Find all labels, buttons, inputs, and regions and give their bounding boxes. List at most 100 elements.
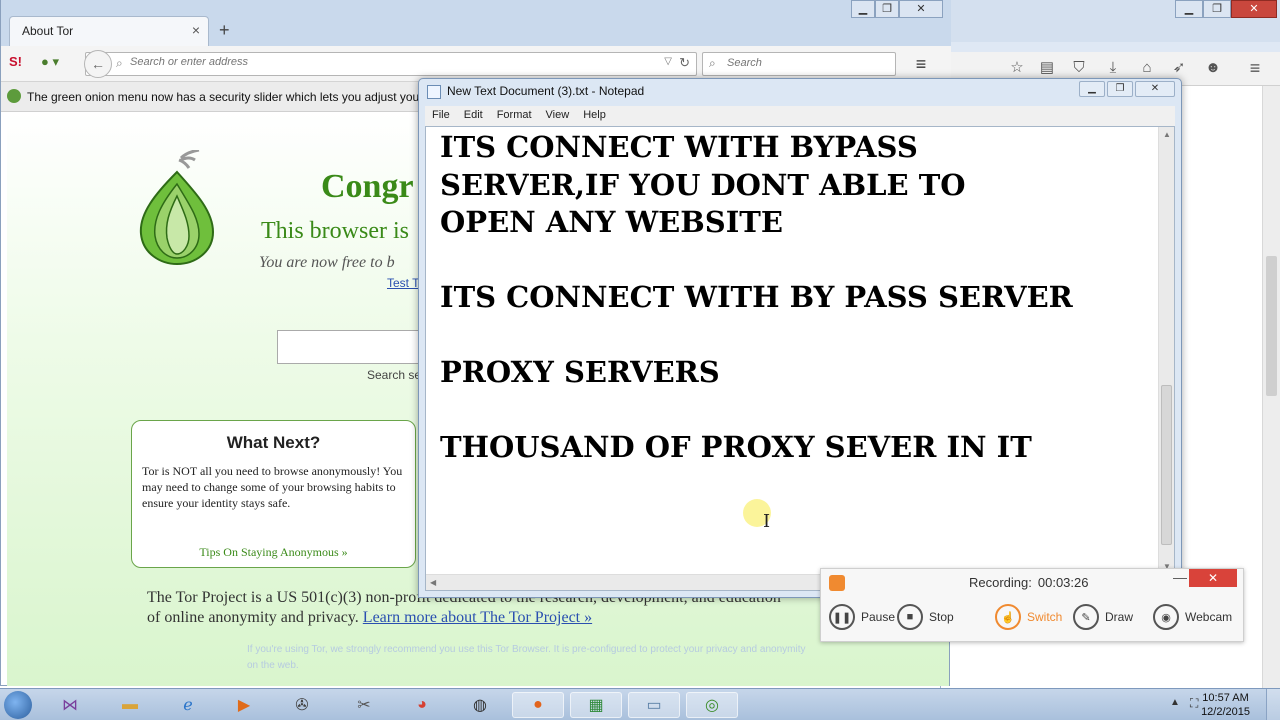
switch-button[interactable]: ☝ Switch: [995, 603, 1062, 631]
search-hint: Search se: [367, 368, 422, 382]
download-icon[interactable]: ⤓: [1103, 58, 1123, 78]
recorder-logo-icon: [829, 575, 845, 591]
snipping-tool-icon[interactable]: ✂: [338, 692, 390, 718]
folder-icon[interactable]: ▬: [104, 692, 156, 718]
scroll-thumb[interactable]: [1161, 385, 1172, 545]
scroll-up-icon[interactable]: ▲: [1163, 130, 1171, 139]
back-arrow-icon[interactable]: ←: [84, 50, 112, 78]
dropdown-arrow-icon[interactable]: ▽: [664, 56, 672, 67]
stop-icon: ■: [897, 604, 923, 630]
restore-button[interactable]: ❐: [1203, 0, 1231, 18]
recorder-close-button[interactable]: ✕: [1189, 569, 1237, 587]
restore-button[interactable]: ❐: [875, 0, 899, 18]
notepad-task-icon[interactable]: ▭: [628, 692, 680, 718]
chrome-icon[interactable]: ◕: [396, 692, 448, 718]
network-icon[interactable]: ⛶: [1190, 696, 1198, 711]
notification-text: The green onion menu now has a security …: [27, 90, 452, 104]
switch-label: Switch: [1027, 610, 1063, 624]
media-player-icon[interactable]: ▶: [218, 692, 270, 718]
system-tray: ▲ ⛶ 10:57 AM 12/2/2015: [1150, 689, 1280, 720]
background-scrollbar[interactable]: [1262, 86, 1280, 688]
recording-time: 00:03:26: [1037, 575, 1089, 590]
menu-icon[interactable]: ≡: [1245, 58, 1265, 78]
free-text: You are now free to b: [259, 254, 395, 271]
pause-icon: ❚❚: [829, 604, 855, 630]
minimize-button[interactable]: ▁: [1079, 81, 1105, 97]
notepad-text-area[interactable]: ITS CONNECT WITH BYPASS SERVER,IF YOU DO…: [425, 126, 1175, 591]
tab-about-tor[interactable]: About Tor ×: [9, 16, 209, 46]
close-button[interactable]: ✕: [1135, 81, 1175, 97]
menu-help[interactable]: Help: [576, 106, 613, 126]
menu-file[interactable]: File: [425, 106, 457, 126]
webcam-label: Webcam: [1185, 610, 1233, 624]
url-input[interactable]: [130, 56, 650, 68]
star-icon[interactable]: ☆: [1007, 58, 1027, 78]
notepad-window: New Text Document (3).txt - Notepad ▁ ❐ …: [418, 78, 1182, 598]
spreadsheet-icon[interactable]: ▦: [570, 692, 622, 718]
learn-more-link[interactable]: Learn more about The Tor Project »: [363, 609, 592, 626]
tor-onion-logo: [139, 150, 215, 266]
taskbar: ⋈ ▬ ℯ ▶ ✇ ✂ ◕ ◍ ● ▦ ▭ ◎ ▲ ⛶ 10:57 AM 12/…: [0, 688, 1280, 720]
pause-label: Pause: [861, 610, 896, 624]
page-search-input[interactable]: [277, 330, 437, 364]
clock-date: 12/2/2015: [1201, 706, 1250, 718]
new-tab-button[interactable]: +: [219, 20, 230, 41]
recording-label: Recording:: [969, 575, 1032, 590]
screen-recorder-widget: Recording: 00:03:26 — ✕ ❚❚ Pause ■ Stop ☝…: [820, 568, 1244, 642]
vertical-scrollbar[interactable]: ▲ ▼: [1158, 127, 1174, 574]
film-reel-icon[interactable]: ✇: [276, 692, 328, 718]
menu-edit[interactable]: Edit: [457, 106, 490, 126]
reading-list-icon[interactable]: ▤: [1037, 58, 1057, 78]
clock[interactable]: 10:57 AM 12/2/2015: [1201, 691, 1250, 719]
tor-browser-task-icon[interactable]: ◎: [686, 692, 738, 718]
chat-icon[interactable]: ☻: [1203, 58, 1223, 78]
pencil-icon: ✎: [1073, 604, 1099, 630]
recorder-minimize-button[interactable]: —: [1173, 569, 1187, 585]
tab-label: About Tor: [22, 24, 74, 38]
menu-format[interactable]: Format: [490, 106, 539, 126]
text-cursor-icon: I: [763, 511, 771, 532]
draw-label: Draw: [1105, 610, 1134, 624]
notepad-content[interactable]: ITS CONNECT WITH BYPASS SERVER,IF YOU DO…: [440, 129, 1144, 467]
show-desktop-button[interactable]: [1266, 689, 1280, 720]
restore-button[interactable]: ❐: [1107, 81, 1133, 97]
tab-close-icon[interactable]: ×: [192, 22, 200, 38]
stop-button[interactable]: ■ Stop: [897, 603, 954, 631]
firefox-icon[interactable]: ●: [512, 692, 564, 718]
close-button[interactable]: ✕: [899, 0, 943, 18]
pocket-icon[interactable]: ⛉: [1069, 58, 1089, 78]
tor-window-controls: ▁ ❐ ✕: [851, 0, 943, 18]
notepad-title: New Text Document (3).txt - Notepad: [447, 84, 645, 98]
search-input[interactable]: [727, 57, 887, 69]
send-icon[interactable]: ➶: [1169, 58, 1189, 78]
draw-button[interactable]: ✎ Draw: [1073, 603, 1133, 631]
scroll-thumb[interactable]: [1266, 256, 1277, 396]
menu-view[interactable]: View: [539, 106, 577, 126]
tips-link[interactable]: Tips On Staying Anonymous »: [132, 545, 415, 560]
menu-icon[interactable]: ≡: [907, 52, 935, 76]
scroll-left-icon[interactable]: ◀: [430, 578, 436, 587]
hand-pointer-icon: ☝: [995, 604, 1021, 630]
app-icon[interactable]: ◍: [454, 692, 506, 718]
pause-button[interactable]: ❚❚ Pause: [829, 603, 895, 631]
search-icon: ⌕: [709, 56, 716, 70]
reload-icon[interactable]: ↻: [679, 55, 690, 71]
home-icon[interactable]: ⌂: [1137, 58, 1157, 78]
visual-studio-icon[interactable]: ⋈: [44, 692, 96, 718]
tor-onion-menu-icon[interactable]: ● ▾: [41, 54, 71, 70]
minimize-button[interactable]: ▁: [851, 0, 875, 18]
what-next-body: Tor is NOT all you need to browse anonym…: [142, 464, 403, 510]
url-bar[interactable]: ← ⌕ ▽ ↻: [84, 50, 697, 78]
notepad-icon: [427, 85, 441, 99]
close-button[interactable]: ✕: [1231, 0, 1277, 18]
internet-explorer-icon[interactable]: ℯ: [162, 692, 214, 718]
webcam-button[interactable]: ◉ Webcam: [1153, 603, 1232, 631]
tray-arrow-icon[interactable]: ▲: [1170, 697, 1180, 708]
start-button[interactable]: [4, 691, 32, 719]
minimize-button[interactable]: ▁: [1175, 0, 1203, 18]
search-box[interactable]: ⌕: [702, 52, 896, 76]
clock-time: 10:57 AM: [1202, 692, 1249, 704]
noscript-icon[interactable]: S!: [9, 54, 22, 69]
background-window-controls: ▁ ❐ ✕: [1175, 0, 1277, 18]
test-tor-link[interactable]: Test T: [387, 276, 419, 290]
